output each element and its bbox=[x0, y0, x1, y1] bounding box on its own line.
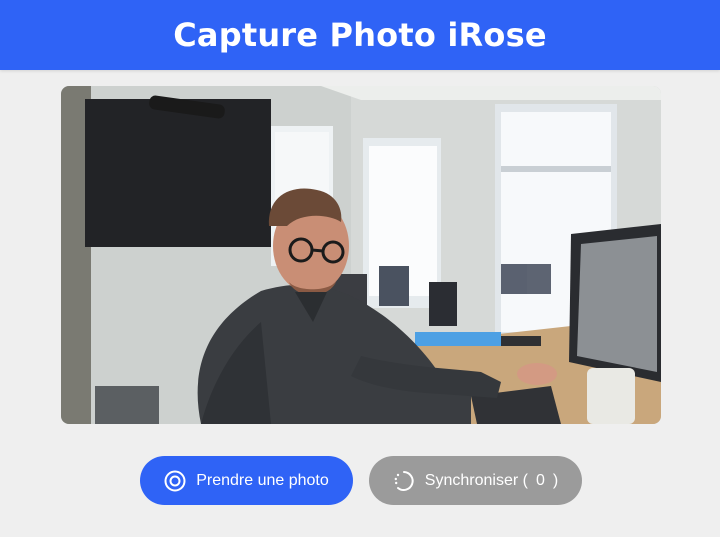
sync-button[interactable]: Synchroniser ( 0 ) bbox=[369, 456, 582, 505]
sync-spinner-icon bbox=[393, 470, 415, 492]
camera-shutter-icon bbox=[164, 470, 186, 492]
take-photo-button[interactable]: Prendre une photo bbox=[140, 456, 353, 505]
take-photo-label: Prendre une photo bbox=[196, 471, 329, 489]
sync-label-suffix: ) bbox=[552, 471, 559, 489]
app-header: Capture Photo iRose bbox=[0, 0, 720, 70]
camera-feed-image bbox=[61, 86, 661, 424]
sync-count: 0 bbox=[535, 471, 545, 489]
page-title: Capture Photo iRose bbox=[173, 16, 547, 54]
sync-label: Synchroniser ( bbox=[424, 471, 528, 489]
camera-preview bbox=[61, 86, 661, 424]
